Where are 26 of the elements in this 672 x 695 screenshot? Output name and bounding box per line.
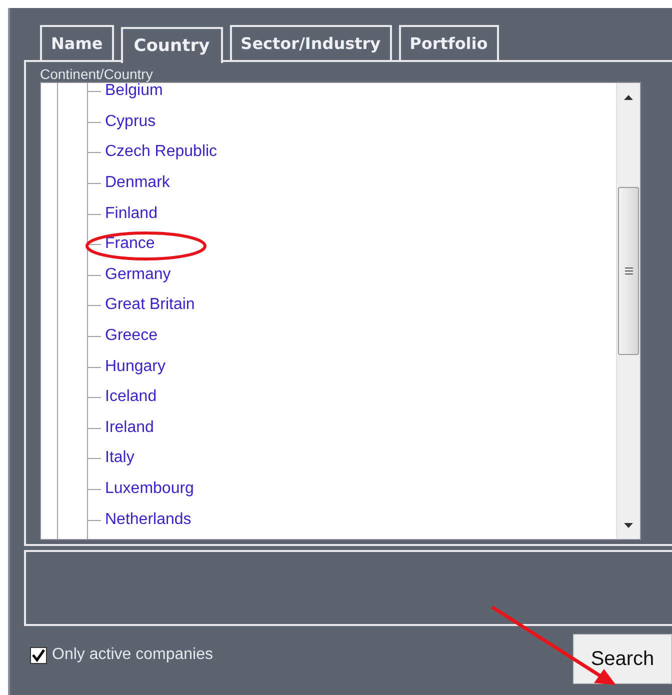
tree-item[interactable]: Belgium bbox=[105, 83, 163, 100]
group-label: Continent/Country bbox=[40, 66, 154, 82]
tree-item[interactable]: Finland bbox=[105, 204, 158, 223]
tree-item[interactable]: Luxembourg bbox=[105, 480, 194, 498]
tab[interactable]: Name bbox=[40, 25, 114, 60]
tab[interactable]: Country bbox=[120, 27, 223, 63]
checkbox-label: Only active companies bbox=[52, 646, 213, 664]
checkbox[interactable] bbox=[30, 646, 47, 664]
tab[interactable]: Portfolio bbox=[398, 25, 499, 60]
tree-item[interactable]: Great Britain bbox=[105, 296, 195, 314]
scrollbar[interactable] bbox=[616, 83, 640, 539]
tree-item[interactable]: Greece bbox=[105, 327, 158, 346]
tree-item[interactable]: Czech Republic bbox=[105, 143, 218, 162]
tree-item[interactable]: Germany bbox=[105, 266, 171, 284]
tree-item[interactable]: Netherlands bbox=[105, 510, 192, 529]
tree-item[interactable]: Hungary bbox=[105, 358, 166, 376]
tab[interactable]: Sector/Industry bbox=[230, 25, 392, 60]
scroll-thumb[interactable] bbox=[618, 187, 639, 355]
tree-item[interactable]: Cyprus bbox=[105, 112, 156, 131]
down-arrow-icon[interactable] bbox=[624, 523, 633, 528]
tree-item[interactable]: Denmark bbox=[105, 174, 170, 192]
tree-item[interactable]: Ireland bbox=[105, 418, 154, 437]
search-button[interactable]: Search bbox=[573, 634, 672, 684]
tree-item[interactable]: Iceland bbox=[105, 388, 157, 406]
tree-item[interactable]: Italy bbox=[105, 449, 134, 468]
up-arrow-icon[interactable] bbox=[624, 95, 633, 100]
